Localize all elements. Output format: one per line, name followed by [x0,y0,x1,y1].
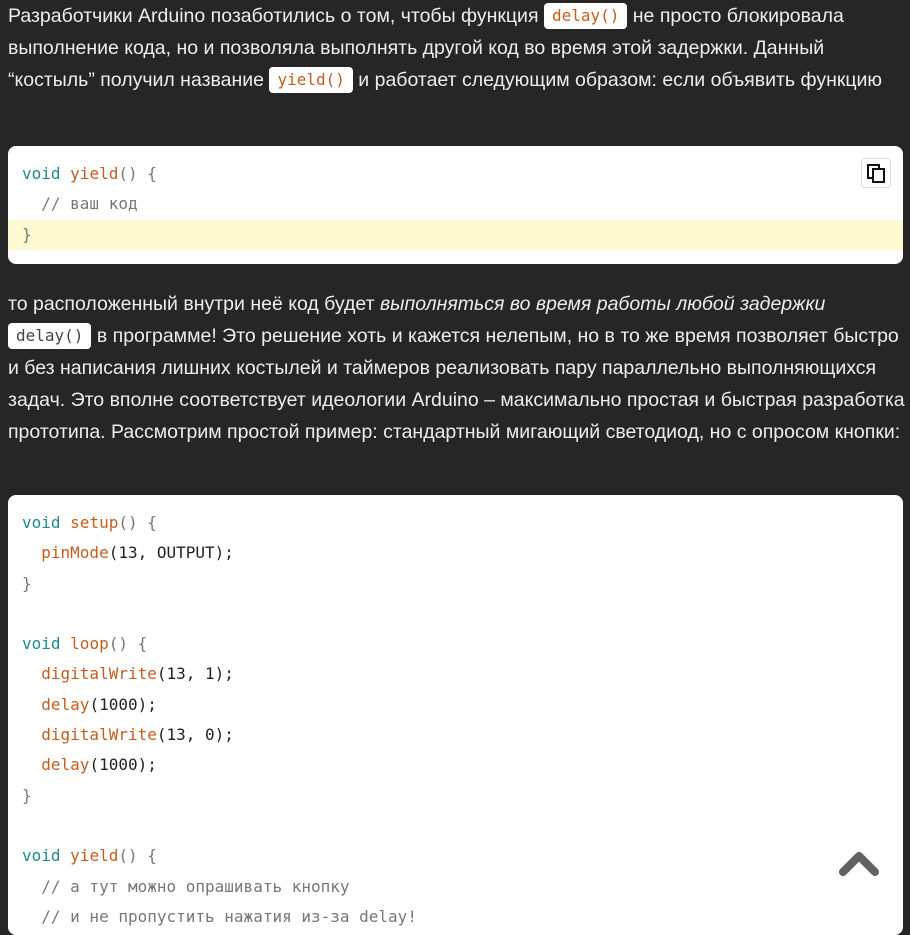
code-line: } [22,785,32,805]
code-line: void loop() { [22,634,148,654]
copy-icon [867,164,885,183]
code-line: delay(1000); [41,694,157,714]
code-line: } [22,573,32,593]
code-line: // и не пропустить нажатия из-за delay! [22,906,417,926]
inline-code-delay: delay() [8,323,92,349]
code-block-yield: void yield() { // ваш код } [8,146,903,264]
code-line: digitalWrite(13, 1); [41,664,234,684]
paragraph-intro: Разработчики Arduino позаботились о том,… [8,0,906,96]
code-line: delay(1000); [41,755,157,775]
code-line: pinMode(13, OUTPUT); [41,543,234,563]
code-line: // а тут можно опрашивать кнопку [22,876,350,896]
inline-code-yield: yield() [269,67,353,93]
text: в программе! Это решение хоть и кажется … [8,325,905,443]
inline-code-delay: delay() [543,3,628,29]
code-line: void yield() { [22,164,157,183]
code-block-example: void setup() { pinMode(13, OUTPUT); } vo… [8,495,903,935]
text: то расположенный внутри неё код будет [8,293,380,315]
copy-button[interactable] [861,158,891,188]
code-line: void setup() { [22,513,157,532]
emphasis-text: выполняться во время работы любой задерж… [379,293,826,315]
code-line: // ваш код [22,194,138,214]
code-line: void yield() { [22,846,157,866]
scroll-to-top-button[interactable] [827,831,891,895]
paragraph-explanation: то расположенный внутри неё код будет вы… [8,288,906,448]
text: и работает следующим образом: если объяв… [352,69,883,91]
chevron-up-icon [839,852,879,876]
code-line: } [8,219,903,250]
code-line: digitalWrite(13, 0); [41,725,234,745]
text: Разработчики Arduino позаботились о том,… [8,5,544,27]
